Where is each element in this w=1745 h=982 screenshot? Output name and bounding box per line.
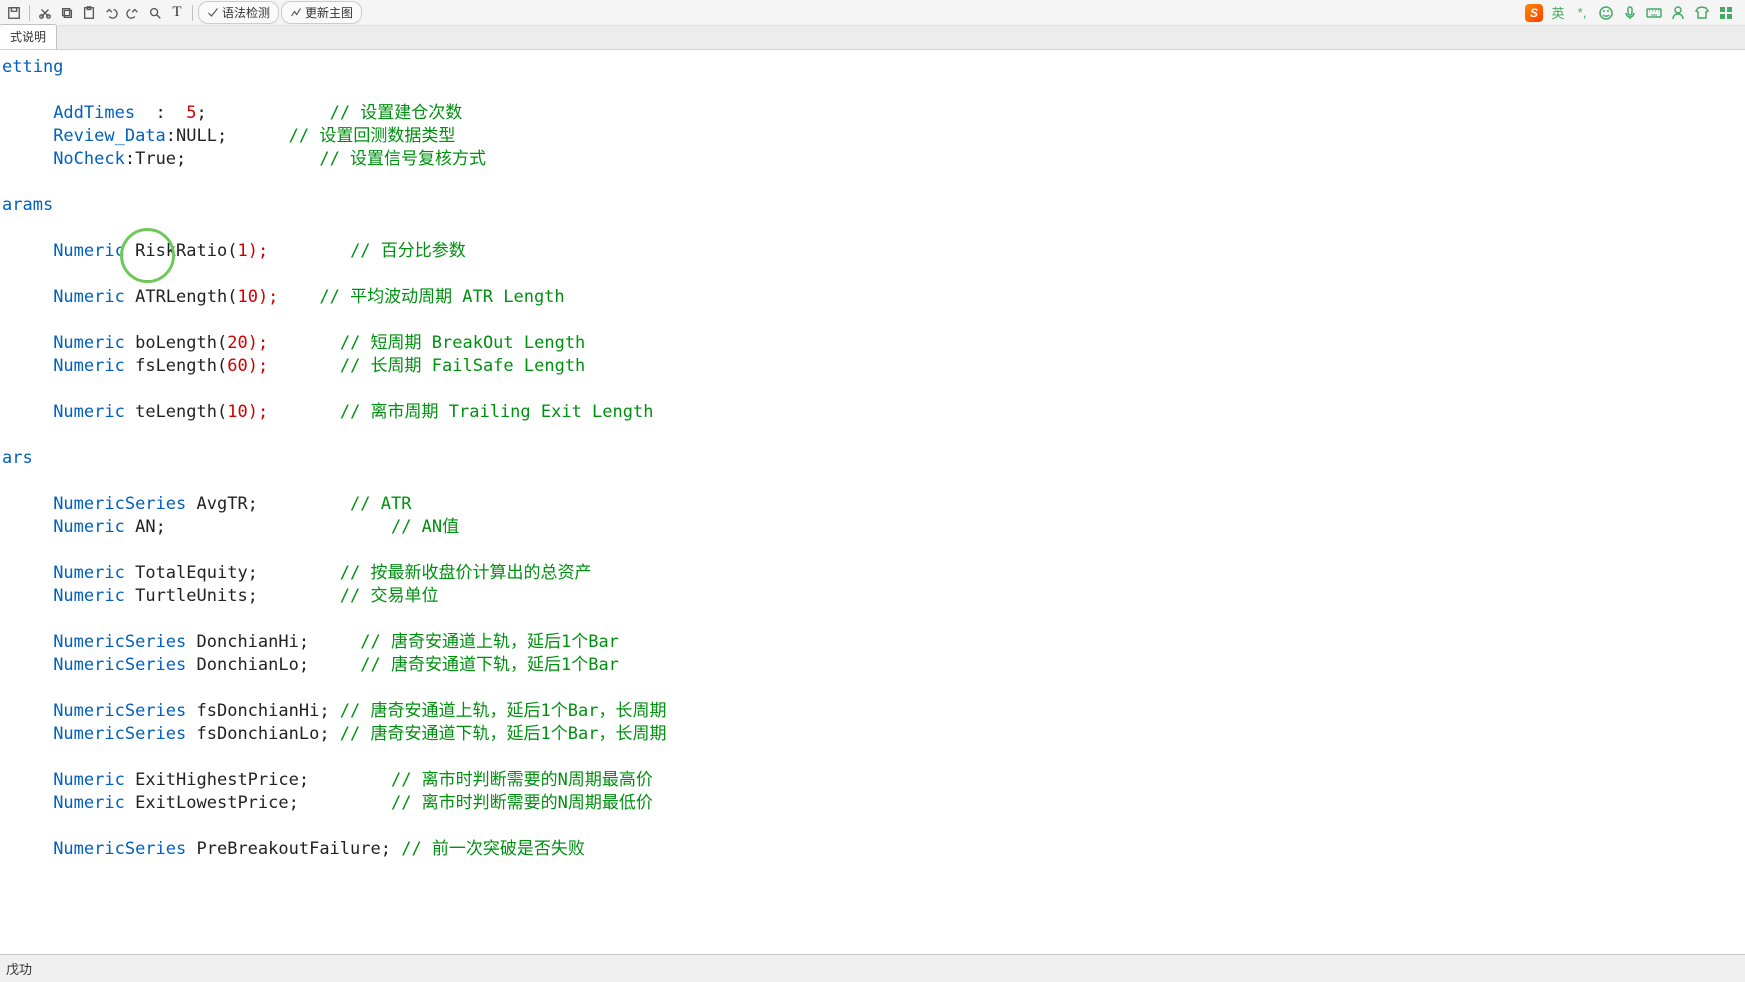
status-text: 戊功 xyxy=(6,962,32,977)
ime-user-icon[interactable] xyxy=(1669,4,1687,22)
syntax-check-label: 语法检测 xyxy=(222,4,270,21)
status-bar: 戊功 xyxy=(0,954,1745,982)
update-chart-button[interactable]: 更新主图 xyxy=(281,1,362,24)
undo-icon[interactable] xyxy=(101,3,121,23)
cut-icon[interactable] xyxy=(35,3,55,23)
paste-icon[interactable] xyxy=(79,3,99,23)
copy-icon[interactable] xyxy=(57,3,77,23)
update-chart-label: 更新主图 xyxy=(305,4,353,21)
section-params: arams xyxy=(2,195,53,215)
redo-icon[interactable] xyxy=(123,3,143,23)
search-icon[interactable] xyxy=(145,3,165,23)
ime-punct-icon[interactable]: *, xyxy=(1573,4,1591,22)
separator xyxy=(29,5,30,21)
tab-formula-desc[interactable]: 式说明 xyxy=(0,24,57,49)
ime-skin-icon[interactable] xyxy=(1693,4,1711,22)
toolbar: T 语法检测 更新主图 S 英 *, xyxy=(0,0,1745,26)
section-vars: ars xyxy=(2,448,33,468)
ime-keyboard-icon[interactable] xyxy=(1645,4,1663,22)
section-setting: etting xyxy=(2,57,63,77)
save-icon[interactable] xyxy=(4,3,24,23)
syntax-check-button[interactable]: 语法检测 xyxy=(198,1,279,24)
ime-voice-icon[interactable] xyxy=(1621,4,1639,22)
code-editor[interactable]: etting AddTimes : 5; // 设置建仓次数 Review_Da… xyxy=(0,50,1745,930)
ime-lang-icon[interactable]: 英 xyxy=(1549,4,1567,22)
ime-toolbox-icon[interactable] xyxy=(1717,4,1735,22)
text-icon[interactable]: T xyxy=(167,3,187,23)
tab-bar: 式说明 xyxy=(0,26,1745,50)
ime-emoji-icon[interactable] xyxy=(1597,4,1615,22)
separator xyxy=(192,5,193,21)
ime-status-bar: S 英 *, xyxy=(1525,4,1741,22)
sogou-logo-icon[interactable]: S xyxy=(1525,4,1543,22)
